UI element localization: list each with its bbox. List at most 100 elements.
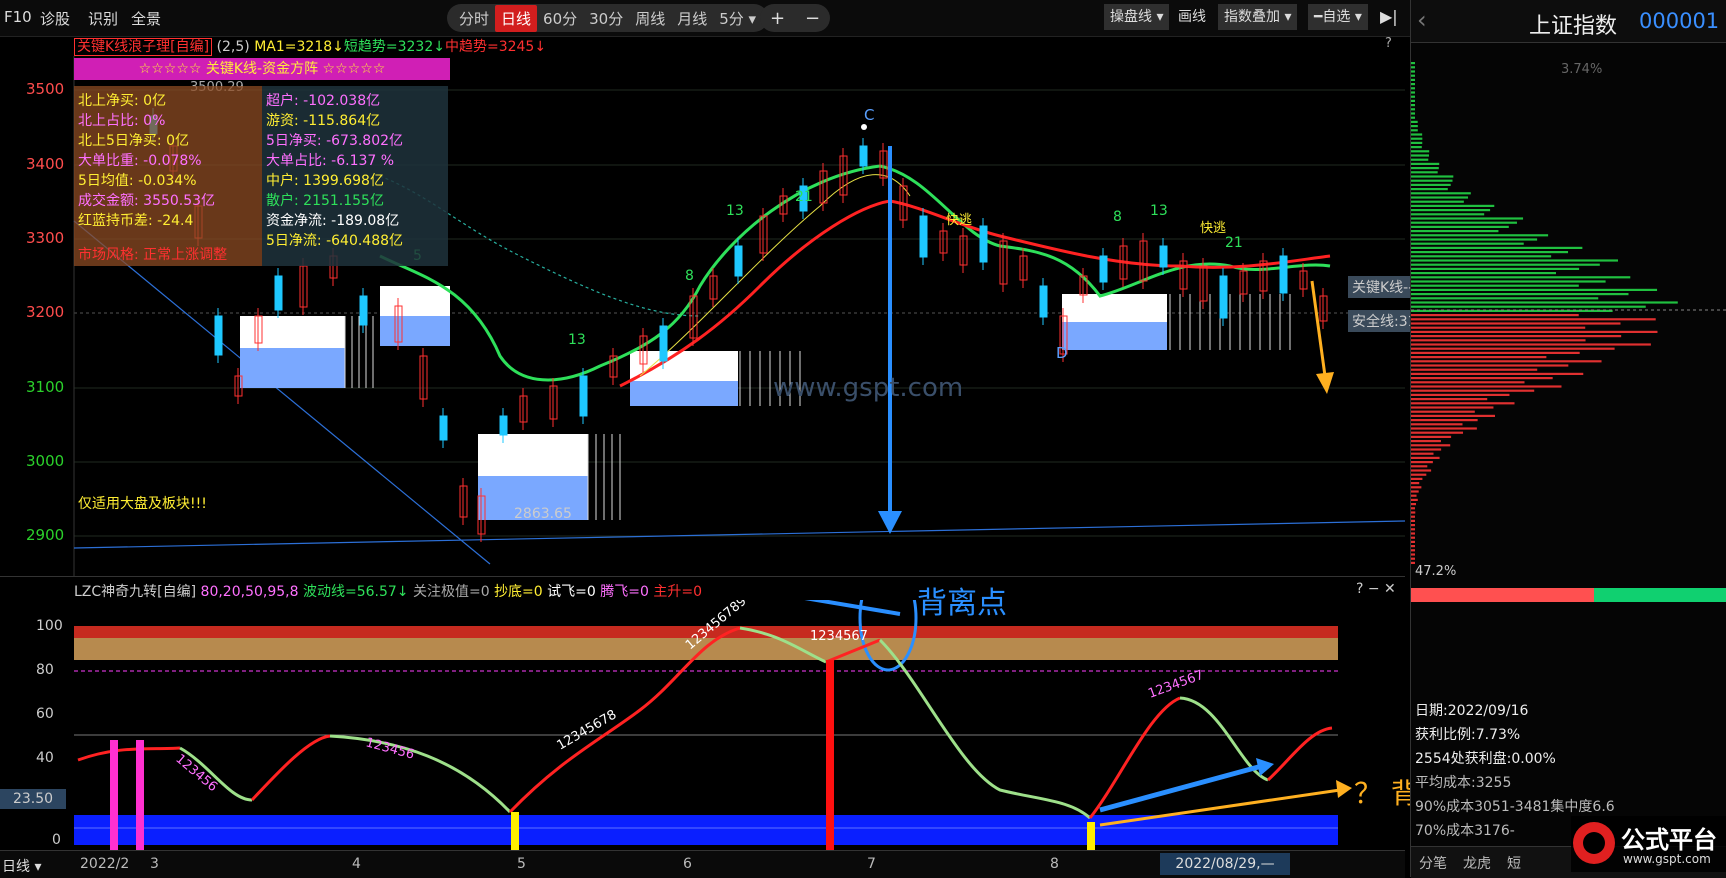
back-icon[interactable]: ‹ <box>1417 6 1427 34</box>
period-day[interactable]: 日线 <box>495 4 538 32</box>
chip-bar <box>1411 423 1463 426</box>
chip-bar <box>1411 120 1418 123</box>
info-big-order-weight: 大单比重: -0.078% <box>78 153 202 169</box>
index-overlay-dropdown[interactable]: 指数叠加 ▾ <box>1218 4 1298 30</box>
chip-bar <box>1411 511 1416 514</box>
chip-bar <box>1411 284 1579 287</box>
zoom-in-button[interactable]: + <box>770 8 785 29</box>
candle-body <box>659 325 668 362</box>
chip-bar <box>1411 490 1419 493</box>
period-5min-dropdown[interactable]: 5分 ▾ <box>713 5 762 32</box>
info-northbound-net: 北上净买: 0亿 <box>78 93 167 109</box>
chip-bar <box>1411 125 1418 128</box>
count-8-a: 8 <box>685 268 694 284</box>
period-60min[interactable]: 60分 <box>537 5 583 32</box>
trading-line-dropdown[interactable]: 操盘线 ▾ <box>1104 4 1170 30</box>
chip-bar <box>1411 297 1599 300</box>
chip-date: 日期:2022/09/16 <box>1415 703 1529 719</box>
trend-line-support <box>73 520 1405 549</box>
info-turnover: 成交金额: 3550.53亿 <box>78 193 216 209</box>
chip-bar <box>1411 305 1646 308</box>
chip-bar <box>1411 87 1415 90</box>
chip-bar <box>1411 360 1602 363</box>
sub-y-60: 60 <box>36 706 54 722</box>
axis-label-aug: 8 <box>1050 856 1059 872</box>
chip-avg-cost: 平均成本:3255 <box>1415 775 1512 791</box>
y-label-3100: 3100 <box>26 378 65 396</box>
indicator-params: (2,5) <box>216 39 250 55</box>
tab-ticks[interactable]: 分笔 <box>1419 853 1447 873</box>
tab-dragon-tiger[interactable]: 龙虎 <box>1463 853 1491 873</box>
wave-line-value: 波动线=56.57↓ <box>302 584 409 600</box>
collapse-panel-icon[interactable]: ▶| <box>1378 4 1400 30</box>
yellow-ma-line <box>639 174 911 377</box>
period-tick[interactable]: 分时 <box>453 5 495 32</box>
chip-bar <box>1411 70 1415 73</box>
chip-bar <box>1411 524 1415 527</box>
candle-body <box>1159 245 1168 268</box>
y-label-2900: 2900 <box>26 526 65 544</box>
sub-pane-controls[interactable]: ? − ✕ <box>1356 581 1396 597</box>
escape-signal-1: 快逃 <box>946 213 972 228</box>
info-northbound-ratio: 北上占比: 0% <box>78 113 166 129</box>
chip-bar <box>1411 280 1606 283</box>
zoom-controls: + − <box>760 4 830 32</box>
chip-bar <box>1411 356 1547 359</box>
chip-bar <box>1411 246 1583 249</box>
chip-bar <box>1411 419 1478 422</box>
watchlist-dropdown[interactable]: ━自选 ▾ <box>1308 4 1368 30</box>
chip-bar <box>1411 162 1440 165</box>
period-switch-dropdown[interactable]: 日线 ▾ <box>2 856 41 876</box>
chip-bar <box>1411 78 1415 81</box>
indicator-name-dropdown[interactable]: 关键K线浪子理[自编] <box>74 38 213 56</box>
identify-button[interactable]: 识别 <box>88 8 118 29</box>
chip-bar <box>1411 104 1415 107</box>
chip-cost-90: 90%成本3051-3481集中度6.6 <box>1415 799 1615 815</box>
tab-short[interactable]: 短 <box>1507 853 1521 873</box>
chip-bar <box>1411 528 1415 531</box>
low-price-label: 2863.65 <box>514 506 572 522</box>
chip-top-pct: 3.74% <box>1561 62 1603 77</box>
chip-bar <box>1411 503 1417 506</box>
chip-bar <box>1411 343 1651 346</box>
bottom-fish-value: 抄底=0 <box>494 584 543 600</box>
f10-button[interactable]: F10 <box>4 8 32 26</box>
nine-turn-chart[interactable]: 123456789 1234567 12345678 123456 123456… <box>0 600 1405 850</box>
chip-bar <box>1411 494 1417 497</box>
chip-bar <box>1411 452 1434 455</box>
draw-line-button[interactable]: 画线 <box>1172 4 1212 30</box>
chip-histogram <box>1411 62 1726 564</box>
chip-bar <box>1411 326 1586 329</box>
period-week[interactable]: 周线 <box>629 5 671 32</box>
cursor-date-box: 2022/08/29,— <box>1160 853 1290 875</box>
date-axis: 日线 ▾ 2022/2 3 4 5 6 7 8 2022/08/29,— <box>0 850 1405 878</box>
chip-bar <box>1411 146 1422 149</box>
seq-top-2: 1234567 <box>810 629 868 644</box>
y-label-3200: 3200 <box>26 303 65 321</box>
chip-bar <box>1411 74 1415 77</box>
indicator-help-icon[interactable]: ? <box>1385 36 1392 51</box>
wave-line-red <box>77 746 181 762</box>
axis-label-apr: 4 <box>352 856 361 872</box>
chip-bar <box>1411 171 1438 174</box>
chip-bar <box>1411 314 1579 317</box>
chip-bar <box>1411 461 1433 464</box>
panorama-button[interactable]: 全景 <box>131 8 161 29</box>
zoom-out-button[interactable]: − <box>805 8 820 29</box>
chip-bar <box>1411 406 1494 409</box>
chip-bar <box>1411 183 1451 186</box>
diagnose-button[interactable]: 诊股 <box>40 8 70 29</box>
chip-bar <box>1411 141 1423 144</box>
chip-bar <box>1411 498 1418 501</box>
chip-bars <box>1411 62 1678 564</box>
chip-bar <box>1411 318 1656 321</box>
period-month[interactable]: 月线 <box>671 5 713 32</box>
chip-bar <box>1411 221 1517 224</box>
chip-bar <box>1411 238 1538 241</box>
main-rise-value: 主升=0 <box>653 584 702 600</box>
period-30min[interactable]: 30分 <box>583 5 629 32</box>
info-5d-net-buy: 5日净买: -673.802亿 <box>266 133 404 149</box>
seq-up-6: 1234567 <box>1146 668 1206 702</box>
chip-bar <box>1411 545 1415 548</box>
sub-indicator-name-dropdown[interactable]: LZC神奇九转[自编] <box>74 584 196 600</box>
